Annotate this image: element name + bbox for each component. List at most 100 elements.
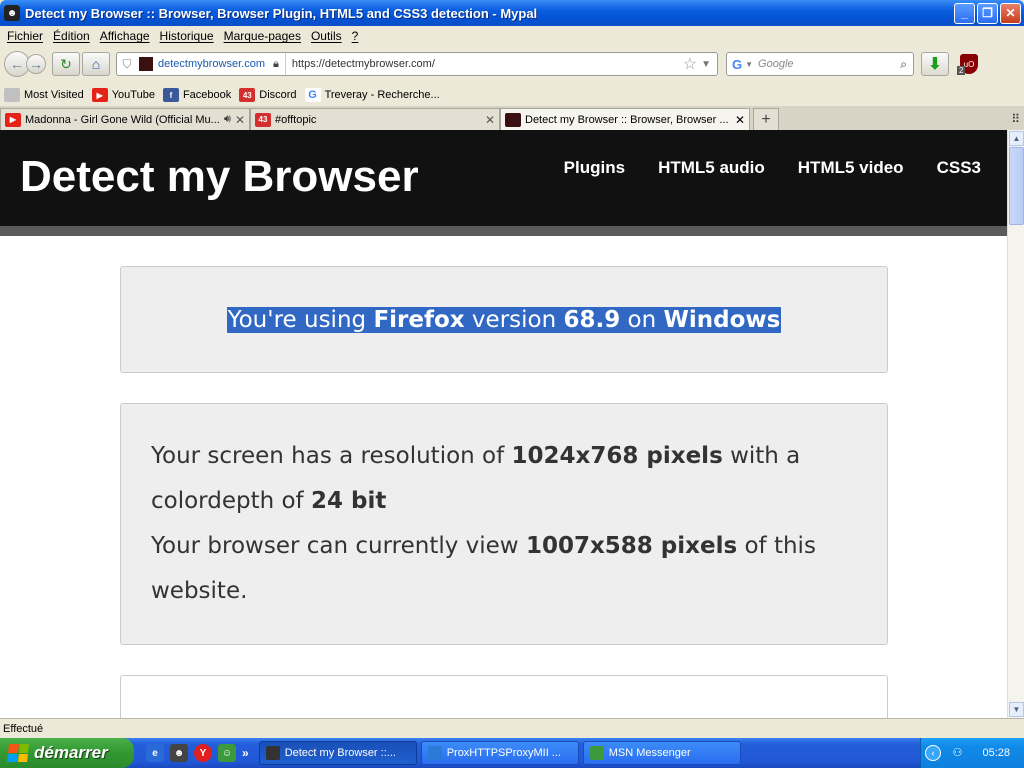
site-favicon <box>505 112 521 127</box>
url-text[interactable]: https://detectmybrowser.com/ <box>286 58 683 70</box>
back-arrow-icon: ← <box>10 56 24 72</box>
site-nav: Plugins HTML5 audio HTML5 video CSS3 <box>531 158 981 178</box>
search-icon[interactable]: ⌕ <box>900 57 907 72</box>
reload-button[interactable]: ↻ <box>52 52 80 76</box>
windows-taskbar: démarrer e ☻ Y ☺ » Detect my Browser ::.… <box>0 738 1024 768</box>
menu-edition[interactable]: Édition <box>53 29 90 43</box>
ublock-button[interactable]: uO 2 <box>955 52 983 76</box>
menu-historique[interactable]: Historique <box>160 29 214 43</box>
color-depth: 24 bit <box>310 488 387 514</box>
maximize-button[interactable]: ❐ <box>977 2 998 24</box>
network-tray-icon[interactable]: ⚇ <box>952 746 968 760</box>
status-text: Effectué <box>3 722 44 735</box>
nav-css3[interactable]: CSS3 <box>937 158 981 178</box>
site-header: Detect my Browser Plugins HTML5 audio HT… <box>0 130 1007 226</box>
detected-browser: Firefox <box>373 306 465 333</box>
bookmark-treveray[interactable]: G Treveray - Recherche... <box>304 88 440 102</box>
tracking-shield-icon[interactable]: ⛉ <box>117 57 137 72</box>
screen-t1: Your screen has a resolution of <box>151 443 512 469</box>
nav-html5-audio[interactable]: HTML5 audio <box>658 158 765 178</box>
window-titlebar[interactable]: ☻ Detect my Browser :: Browser, Browser … <box>0 0 1024 26</box>
downloads-button[interactable]: ⬇ <box>921 52 949 76</box>
system-tray: ‹ ⚇ 05:28 <box>920 738 1024 768</box>
tab-strip: ▶ Madonna - Girl Gone Wild (Official Mu.… <box>0 106 1024 130</box>
forward-button[interactable]: → <box>26 54 46 74</box>
screen-resolution-text: Your screen has a resolution of 1024x768… <box>151 434 857 524</box>
detect-mid2: on <box>620 306 664 333</box>
detect-mid1: version <box>464 306 564 333</box>
bookmark-label: Facebook <box>182 89 232 101</box>
start-button[interactable]: démarrer <box>0 738 134 768</box>
bookmark-label: Treveray - Recherche... <box>324 89 440 101</box>
tab-close-icon[interactable]: ✕ <box>485 113 495 127</box>
status-bar: Effectué <box>0 718 1024 738</box>
home-button[interactable]: ⌂ <box>82 52 110 76</box>
task-proxhttpsproxy[interactable]: ProxHTTPSProxyMII ... <box>420 741 579 765</box>
scroll-down-arrow-icon[interactable]: ▼ <box>1009 702 1024 717</box>
detected-version: 68.9 <box>563 306 621 333</box>
mypal-quicklaunch-icon[interactable]: ☻ <box>170 744 188 762</box>
task-label: Detect my Browser ::... <box>284 747 396 759</box>
page-scrollbar[interactable]: ▲ ▼ <box>1007 130 1024 718</box>
viewport-size-text: Your browser can currently view 1007x588… <box>151 524 857 614</box>
facebook-icon: f <box>162 88 179 102</box>
home-icon: ⌂ <box>91 56 101 72</box>
task-msn-messenger[interactable]: MSN Messenger <box>582 741 741 765</box>
messenger-quicklaunch-icon[interactable]: ☺ <box>218 744 236 762</box>
site-identity-button[interactable]: detectmybrowser.com 🔒︎ <box>137 53 286 75</box>
bookmark-discord[interactable]: 43 Discord <box>239 88 297 102</box>
scroll-thumb[interactable] <box>1009 147 1024 225</box>
screen-info-box: Your screen has a resolution of 1024x768… <box>120 403 888 645</box>
site-brand[interactable]: Detect my Browser <box>20 152 419 202</box>
clock[interactable]: 05:28 <box>982 747 1010 759</box>
scroll-up-arrow-icon[interactable]: ▲ <box>1009 131 1024 146</box>
tab-offtopic[interactable]: 43 #offtopic ✕ <box>250 108 500 130</box>
close-button[interactable]: ✕ <box>1000 2 1021 24</box>
bookmark-youtube[interactable]: ▶ YouTube <box>91 88 155 102</box>
tab-madonna[interactable]: ▶ Madonna - Girl Gone Wild (Official Mu.… <box>0 108 250 130</box>
bookmark-star-icon[interactable]: ☆ <box>683 54 697 74</box>
task-detect-my-browser[interactable]: Detect my Browser ::... <box>258 741 417 765</box>
site-favicon <box>139 57 153 71</box>
tab-detect-my-browser[interactable]: Detect my Browser :: Browser, Browser ..… <box>500 108 750 130</box>
nav-plugins[interactable]: Plugins <box>564 158 625 178</box>
menu-help[interactable]: ? <box>352 29 359 43</box>
menu-fichier[interactable]: Fichier <box>7 29 43 43</box>
start-label: démarrer <box>34 743 108 762</box>
bookmarks-toolbar: Most Visited ▶ YouTube f Facebook 43 Dis… <box>0 84 1024 106</box>
url-bar[interactable]: ⛉ detectmybrowser.com 🔒︎ https://detectm… <box>116 52 718 76</box>
speaker-icon[interactable]: 🔊︎ <box>224 113 231 126</box>
url-dropdown-icon[interactable]: ▼ <box>701 59 711 70</box>
tray-expand-chevron-icon[interactable]: ‹ <box>925 745 941 761</box>
nav-html5-video[interactable]: HTML5 video <box>798 158 904 178</box>
bookmark-label: YouTube <box>111 89 155 101</box>
tab-close-icon[interactable]: ✕ <box>235 113 245 127</box>
tab-close-icon[interactable]: ✕ <box>735 113 745 127</box>
quicklaunch-more-icon[interactable]: » <box>242 744 249 762</box>
menu-marque-pages[interactable]: Marque-pages <box>224 29 301 43</box>
discord-icon: 43 <box>255 112 271 127</box>
proxy-task-icon <box>427 746 442 760</box>
youtube-icon: ▶ <box>5 112 21 127</box>
minimize-button[interactable]: _ <box>954 2 975 24</box>
bookmark-most-visited[interactable]: Most Visited <box>4 88 84 102</box>
search-input[interactable]: Google <box>758 58 900 70</box>
reload-icon: ↻ <box>60 55 72 72</box>
yandex-quicklaunch-icon[interactable]: Y <box>194 744 212 762</box>
tab-label: #offtopic <box>275 113 317 126</box>
menu-outils[interactable]: Outils <box>311 29 342 43</box>
forward-arrow-icon: → <box>29 56 43 72</box>
quick-launch: e ☻ Y ☺ » <box>146 744 255 762</box>
search-bar[interactable]: G ▼ Google ⌕ <box>726 52 914 76</box>
lock-icon: 🔒︎ <box>272 57 279 70</box>
new-tab-button[interactable]: + <box>753 108 779 130</box>
browser-quicklaunch-icon[interactable]: e <box>146 744 164 762</box>
all-tabs-button[interactable]: ⠿ <box>1011 108 1020 130</box>
bookmark-facebook[interactable]: f Facebook <box>162 88 232 102</box>
plus-icon: + <box>761 110 771 128</box>
page-viewport[interactable]: Detect my Browser Plugins HTML5 audio HT… <box>0 130 1007 718</box>
screen-t3: Your browser can currently view <box>151 533 526 559</box>
search-engine-dropdown-icon[interactable]: ▼ <box>745 60 753 69</box>
menu-affichage[interactable]: Affichage <box>100 29 150 43</box>
google-icon[interactable]: G <box>732 57 742 72</box>
